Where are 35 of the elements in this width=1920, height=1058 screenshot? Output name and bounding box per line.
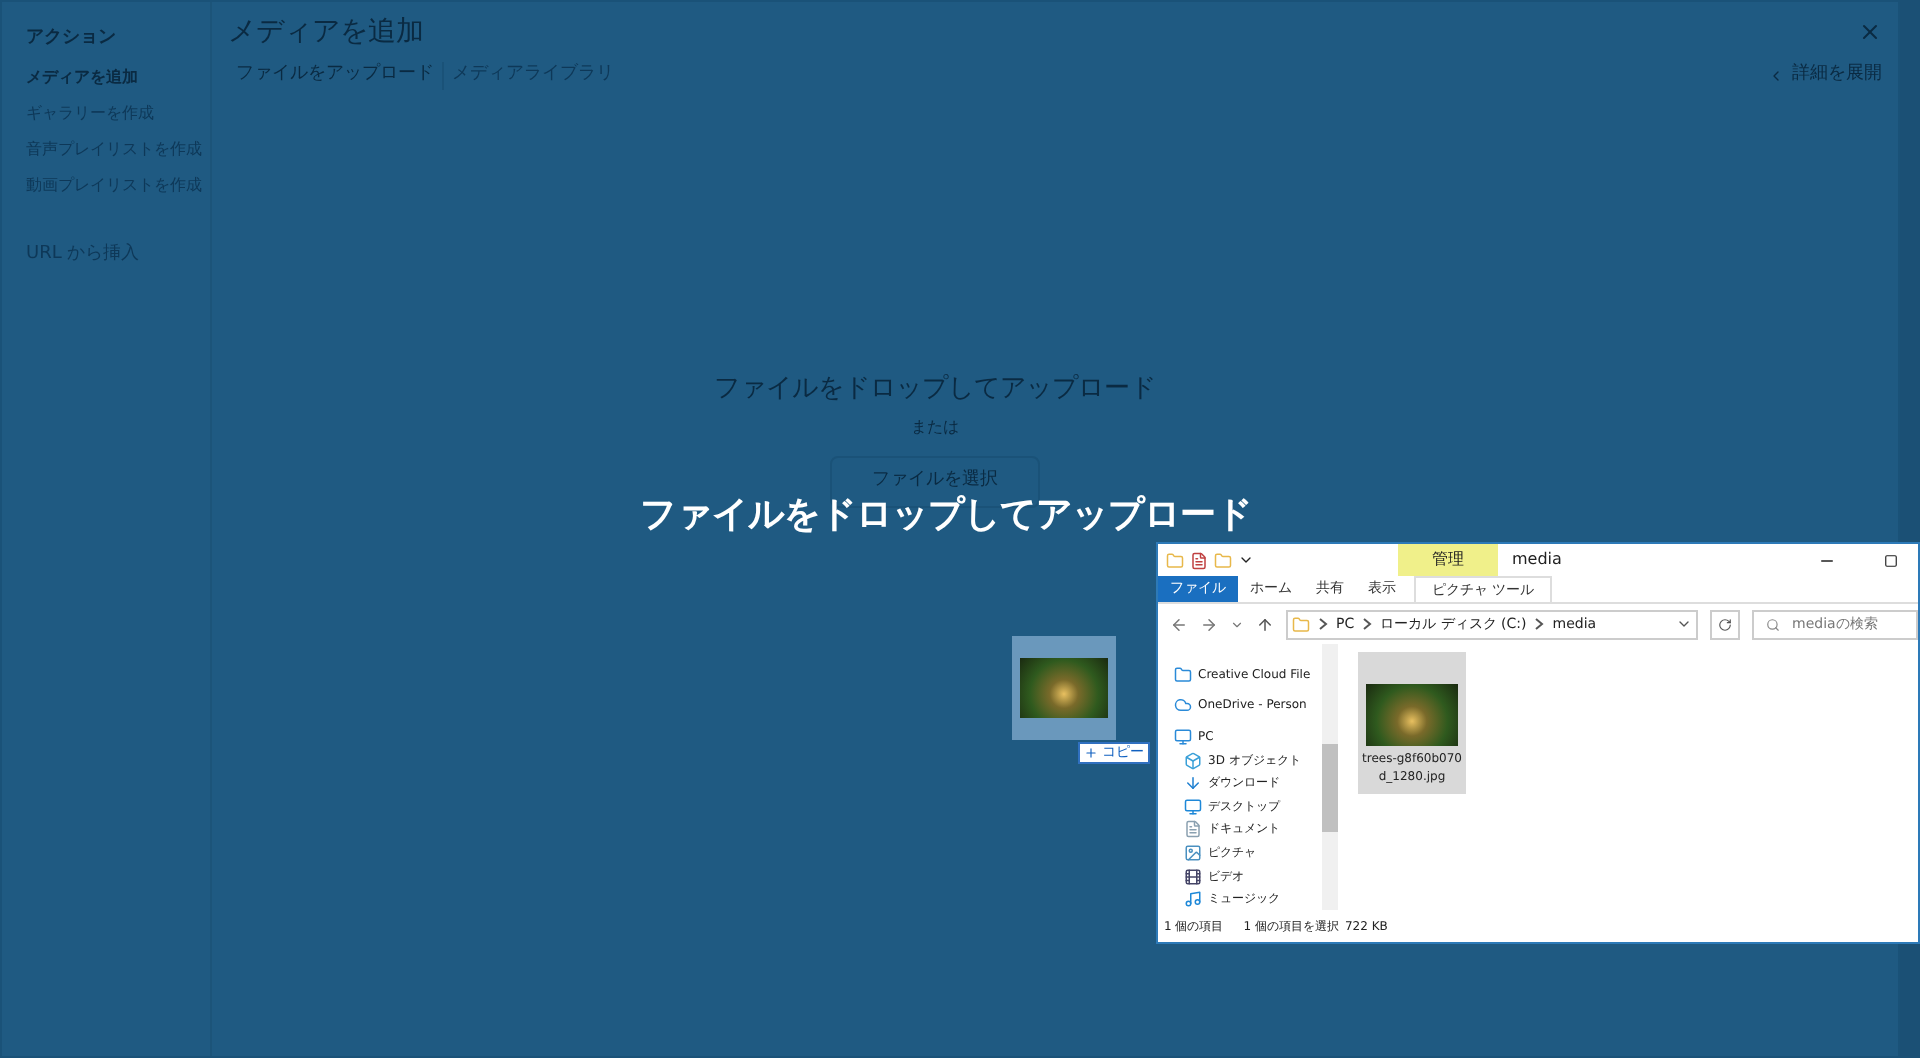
chevron-right-icon [1362,618,1373,630]
plus-icon [1084,746,1098,760]
dropdown-icon[interactable] [1238,552,1254,568]
maximize-icon[interactable] [1884,553,1898,567]
dropdown-icon[interactable] [1676,616,1692,632]
chevron-right-icon [1534,618,1545,630]
context-tab[interactable]: 管理 [1398,544,1498,576]
document-icon [1184,820,1202,839]
image-icon [1184,843,1202,862]
refresh-button[interactable] [1710,609,1740,639]
monitor-icon [1184,797,1202,816]
up-icon[interactable] [1256,615,1274,633]
cube-icon [1184,751,1202,770]
properties-icon[interactable] [1190,551,1208,569]
folder-icon [1174,665,1192,684]
or-text: または [911,416,959,440]
chevron-right-icon [1318,618,1328,630]
search-icon [1766,617,1780,631]
photo-thumbnail [1366,684,1458,746]
film-icon [1184,867,1202,886]
forward-icon[interactable] [1200,615,1218,633]
window-title: media [1512,548,1562,572]
chevron-icon [1768,67,1784,84]
download-arrow-icon [1184,774,1202,793]
monitor-icon [1174,727,1192,746]
sidebar-heading: アクション [26,26,118,52]
upload-instructions: ファイルをドロップしてアップロード [714,371,1156,407]
scrollbar[interactable] [1322,644,1338,910]
cloud-icon [1174,696,1192,715]
modal-title: メディアを追加 [228,13,424,51]
refresh-icon [1718,617,1732,631]
music-note-icon [1184,890,1202,909]
folder-icon [1292,615,1310,633]
back-icon[interactable] [1170,615,1188,633]
photo-placeholder [1020,658,1108,718]
